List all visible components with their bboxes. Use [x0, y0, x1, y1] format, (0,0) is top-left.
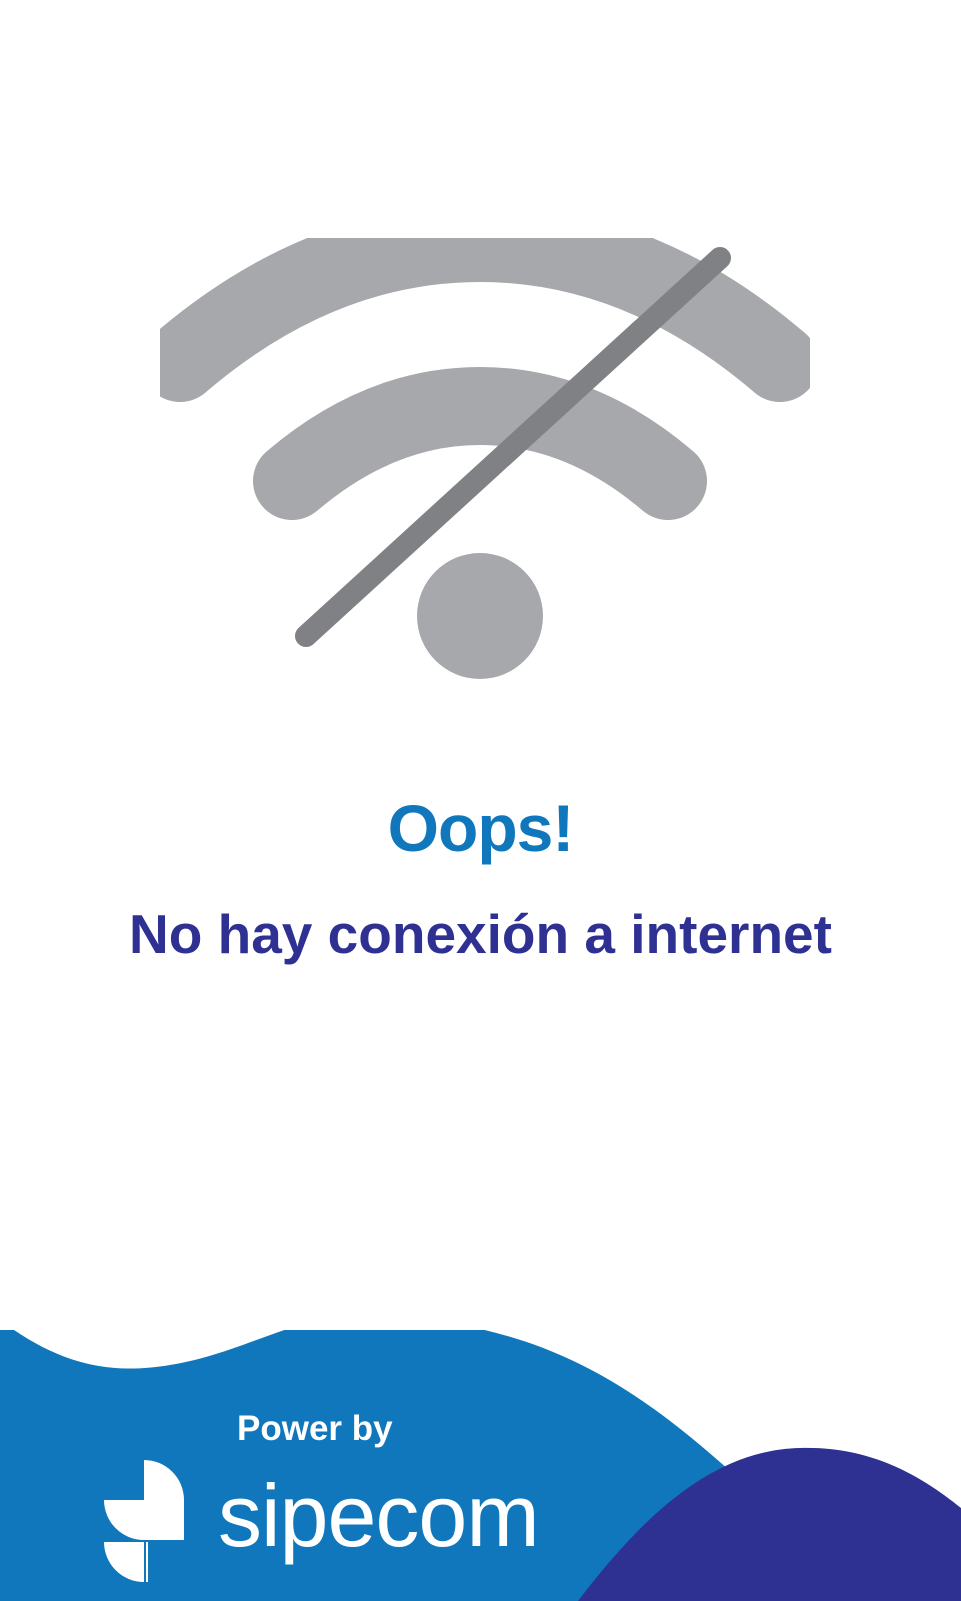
error-message: No hay conexión a internet — [129, 903, 832, 965]
no-connection-screen: Oops! No hay conexión a internet Power b… — [0, 0, 961, 1601]
error-title: Oops! — [387, 791, 575, 865]
wifi-off-icon — [160, 238, 810, 679]
sipecom-logo-icon — [104, 1460, 184, 1582]
power-by-label: Power by — [237, 1409, 393, 1448]
sipecom-wordmark: sipecom — [218, 1466, 540, 1565]
wifi-outer-arc — [160, 238, 810, 402]
wifi-dot — [417, 553, 543, 679]
